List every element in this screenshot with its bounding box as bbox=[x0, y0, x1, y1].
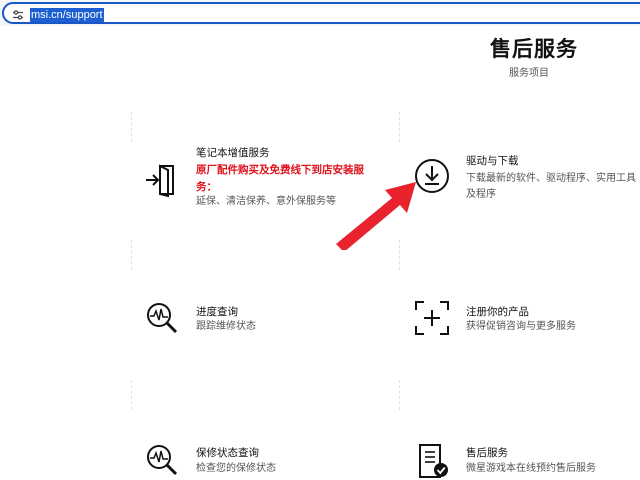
login-door-icon bbox=[146, 164, 174, 198]
search-pulse-icon bbox=[147, 445, 178, 476]
url-field[interactable]: msi.cn/support bbox=[2, 2, 640, 24]
divider bbox=[131, 112, 132, 142]
card-title: 笔记本增值服务 bbox=[196, 147, 270, 159]
card-title: 进度查询 bbox=[196, 306, 238, 318]
add-frame-icon bbox=[415, 301, 449, 335]
site-settings-icon[interactable] bbox=[12, 9, 24, 21]
divider bbox=[131, 380, 132, 410]
annotation-arrow bbox=[336, 182, 416, 250]
page-subtitle: 服务项目 bbox=[509, 68, 549, 79]
divider bbox=[399, 112, 400, 142]
service-card-aftersales[interactable]: 售后服务 微星游戏本在线预约售后服务 bbox=[408, 440, 640, 480]
url-text[interactable]: msi.cn/support bbox=[30, 8, 104, 22]
service-card-progress[interactable]: 进度查询 跟踪维修状态 bbox=[140, 298, 390, 342]
card-desc: 及程序 bbox=[466, 189, 496, 200]
card-desc: 获得促销咨询与更多服务 bbox=[466, 321, 576, 332]
service-card-drivers[interactable]: 驱动与下载 下载最新的软件、驱动程序、实用工具 及程序 bbox=[408, 148, 640, 208]
page-title: 售后服务 bbox=[490, 37, 578, 61]
service-card-register[interactable]: 注册你的产品 获得促销咨询与更多服务 bbox=[408, 298, 640, 342]
search-pulse-icon bbox=[147, 303, 178, 334]
divider bbox=[399, 380, 400, 410]
card-desc: 检查您的保修状态 bbox=[196, 463, 276, 474]
card-title: 驱动与下载 bbox=[466, 155, 519, 167]
card-desc: 下载最新的软件、驱动程序、实用工具 bbox=[466, 173, 636, 184]
document-check-icon bbox=[419, 444, 448, 478]
card-title: 保修状态查询 bbox=[196, 447, 259, 459]
card-title: 注册你的产品 bbox=[466, 306, 529, 318]
service-card-warranty[interactable]: 保修状态查询 检查您的保修状态 bbox=[140, 440, 390, 480]
divider bbox=[131, 240, 132, 270]
browser-address-bar: msi.cn/support bbox=[0, 0, 640, 26]
card-desc: 跟踪维修状态 bbox=[196, 321, 256, 332]
card-desc: 微星游戏本在线预约售后服务 bbox=[466, 463, 596, 474]
card-title: 售后服务 bbox=[466, 447, 508, 459]
card-desc: 延保、清洁保养、意外保服务等 bbox=[196, 196, 336, 207]
